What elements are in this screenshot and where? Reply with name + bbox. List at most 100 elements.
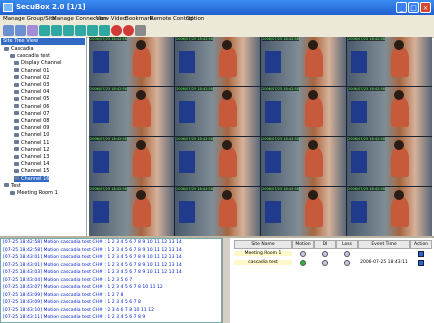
tree-item-label: Channel 05 [21, 96, 50, 103]
layout-4-icon[interactable] [51, 25, 62, 36]
person-figure [133, 47, 151, 77]
menu-manage-group[interactable]: Manage Group/Site [3, 16, 56, 22]
channel-icon [14, 96, 19, 101]
connect-icon[interactable] [3, 25, 14, 36]
video-timestamp: 2006/07/25 18:42:58 [90, 87, 128, 91]
video-channel-11[interactable]: 2006/07/25 18:42:58 [261, 137, 346, 186]
tree-item-label: Channel 04 [21, 89, 50, 96]
header-event-time[interactable]: Event Time [358, 240, 410, 249]
settings-icon[interactable] [135, 25, 146, 36]
video-channel-3[interactable]: 2006/07/25 18:42:58 [261, 37, 346, 86]
person-figure [219, 147, 237, 177]
channel-icon [14, 118, 19, 123]
stop-icon[interactable] [123, 25, 134, 36]
video-channel-6[interactable]: 2006/07/25 18:42:58 [175, 87, 260, 136]
tree-item[interactable]: Channel 01 [14, 68, 49, 74]
video-channel-13[interactable]: 2006/07/25 18:42:58 [89, 187, 174, 236]
action-checkbox[interactable] [418, 251, 424, 257]
site-icon [10, 190, 15, 195]
scene-object [265, 101, 281, 123]
log-line: [07-25 18:43:11] Motion cascadia test CH… [3, 315, 146, 320]
camera-icon[interactable] [27, 25, 38, 36]
video-timestamp: 2006/07/25 18:42:58 [90, 187, 128, 191]
tree-item[interactable]: Channel 13 [14, 154, 49, 160]
person-figure [391, 47, 409, 77]
video-channel-15[interactable]: 2006/07/25 18:42:58 [261, 187, 346, 236]
channel-icon [14, 140, 19, 145]
scene-object [93, 151, 109, 173]
video-channel-12[interactable]: 2006/07/25 18:42:58 [347, 137, 432, 186]
scene-object [265, 201, 281, 223]
video-channel-16[interactable]: 2006/07/25 18:42:58 [347, 187, 432, 236]
minimize-icon[interactable]: _ [396, 2, 407, 13]
tree-item[interactable]: Channel 16 [14, 175, 50, 182]
log-line: [07-25 18:43:07] Motion cascadia test CH… [3, 285, 163, 290]
log-line: [07-25 18:43:01] Motion cascadia test CH… [3, 255, 182, 260]
tree-item[interactable]: Channel 03 [14, 82, 49, 88]
layout-16-icon[interactable] [75, 25, 86, 36]
tree-item[interactable]: Meeting Room 1 [10, 190, 58, 196]
disconnect-icon[interactable] [15, 25, 26, 36]
menu-view-video[interactable]: View Video [96, 16, 126, 22]
layout-9-icon[interactable] [63, 25, 74, 36]
scene-object [93, 101, 109, 123]
video-channel-10[interactable]: 2006/07/25 18:42:58 [175, 137, 260, 186]
record-icon[interactable] [111, 25, 122, 36]
tree-item[interactable]: Channel 09 [14, 125, 49, 131]
cascadia-group-icon [4, 46, 9, 51]
fullscreen-icon[interactable] [99, 25, 110, 36]
tree-item-label: Test [11, 182, 21, 189]
maximize-icon[interactable]: □ [408, 2, 419, 13]
tree-item[interactable]: Cascadia [4, 46, 34, 52]
tree-item[interactable]: Channel 07 [14, 111, 49, 117]
tree-item-label: Channel 03 [21, 82, 50, 88]
site-name-cell[interactable]: Meeting Room 1 [234, 251, 292, 256]
scene-object [351, 51, 367, 73]
header-di[interactable]: DI [314, 240, 336, 249]
action-checkbox[interactable] [418, 260, 424, 266]
layout-full-icon[interactable] [87, 25, 98, 36]
tree-item-label: Cascadia [11, 46, 34, 52]
header-action[interactable]: Action [410, 240, 432, 249]
site-name-cell[interactable]: cascadia test [234, 260, 292, 265]
tree-item[interactable]: Channel 02 [14, 75, 49, 81]
event-log: [07-25 18:42:58] Motion cascadia test CH… [0, 238, 222, 323]
scene-object [351, 101, 367, 123]
tree-item[interactable]: Channel 11 [14, 140, 49, 146]
menu-bookmark[interactable]: Bookmark [125, 16, 153, 22]
person-figure [133, 147, 151, 177]
header-site-name[interactable]: Site Name [234, 240, 292, 249]
tree-item[interactable]: Channel 06 [14, 104, 49, 110]
video-channel-14[interactable]: 2006/07/25 18:42:58 [175, 187, 260, 236]
header-loss[interactable]: Loss [336, 240, 358, 249]
di-indicator [322, 260, 328, 266]
tree-item[interactable]: cascadia test [10, 53, 50, 59]
video-channel-2[interactable]: 2006/07/25 18:42:58 [175, 37, 260, 86]
video-channel-5[interactable]: 2006/07/25 18:42:58 [89, 87, 174, 136]
tree-item[interactable]: Display Channel [14, 60, 62, 66]
layout-1-icon[interactable] [39, 25, 50, 36]
tree-item-label: Channel 15 [21, 168, 50, 175]
video-channel-8[interactable]: 2006/07/25 18:42:58 [347, 87, 432, 136]
video-timestamp: 2006/07/25 18:42:58 [262, 87, 300, 91]
tree-item[interactable]: Test [4, 183, 21, 189]
close-icon[interactable]: × [420, 2, 431, 13]
tree-item[interactable]: Channel 15 [14, 168, 49, 174]
video-channel-7[interactable]: 2006/07/25 18:42:58 [261, 87, 346, 136]
site-tree-panel: Site Tree View Cascadia cascadia test Disp… [0, 37, 87, 236]
menu-option[interactable]: Option [186, 16, 204, 22]
tree-item[interactable]: Channel 12 [14, 147, 49, 153]
video-channel-1[interactable]: 2006/07/25 18:42:58 [89, 37, 174, 86]
tree-item[interactable]: Channel 08 [14, 118, 49, 124]
tree-item[interactable]: Channel 10 [14, 132, 49, 138]
motion-indicator [300, 251, 306, 257]
tree-item[interactable]: Channel 05 [14, 96, 49, 102]
log-line: [07-25 18:43:09] Motion cascadia test CH… [3, 292, 124, 298]
video-channel-4[interactable]: 2006/07/25 18:42:58 [347, 37, 432, 86]
tree-item-label: Channel 12 [21, 146, 50, 153]
tree-item[interactable]: Channel 04 [14, 89, 49, 95]
video-channel-9[interactable]: 2006/07/25 18:42:58 [89, 137, 174, 186]
log-line: [07-25 18:43:10] Motion cascadia test CH… [3, 307, 155, 313]
tree-item[interactable]: Channel 14 [14, 161, 49, 167]
header-motion[interactable]: Motion [292, 240, 314, 249]
